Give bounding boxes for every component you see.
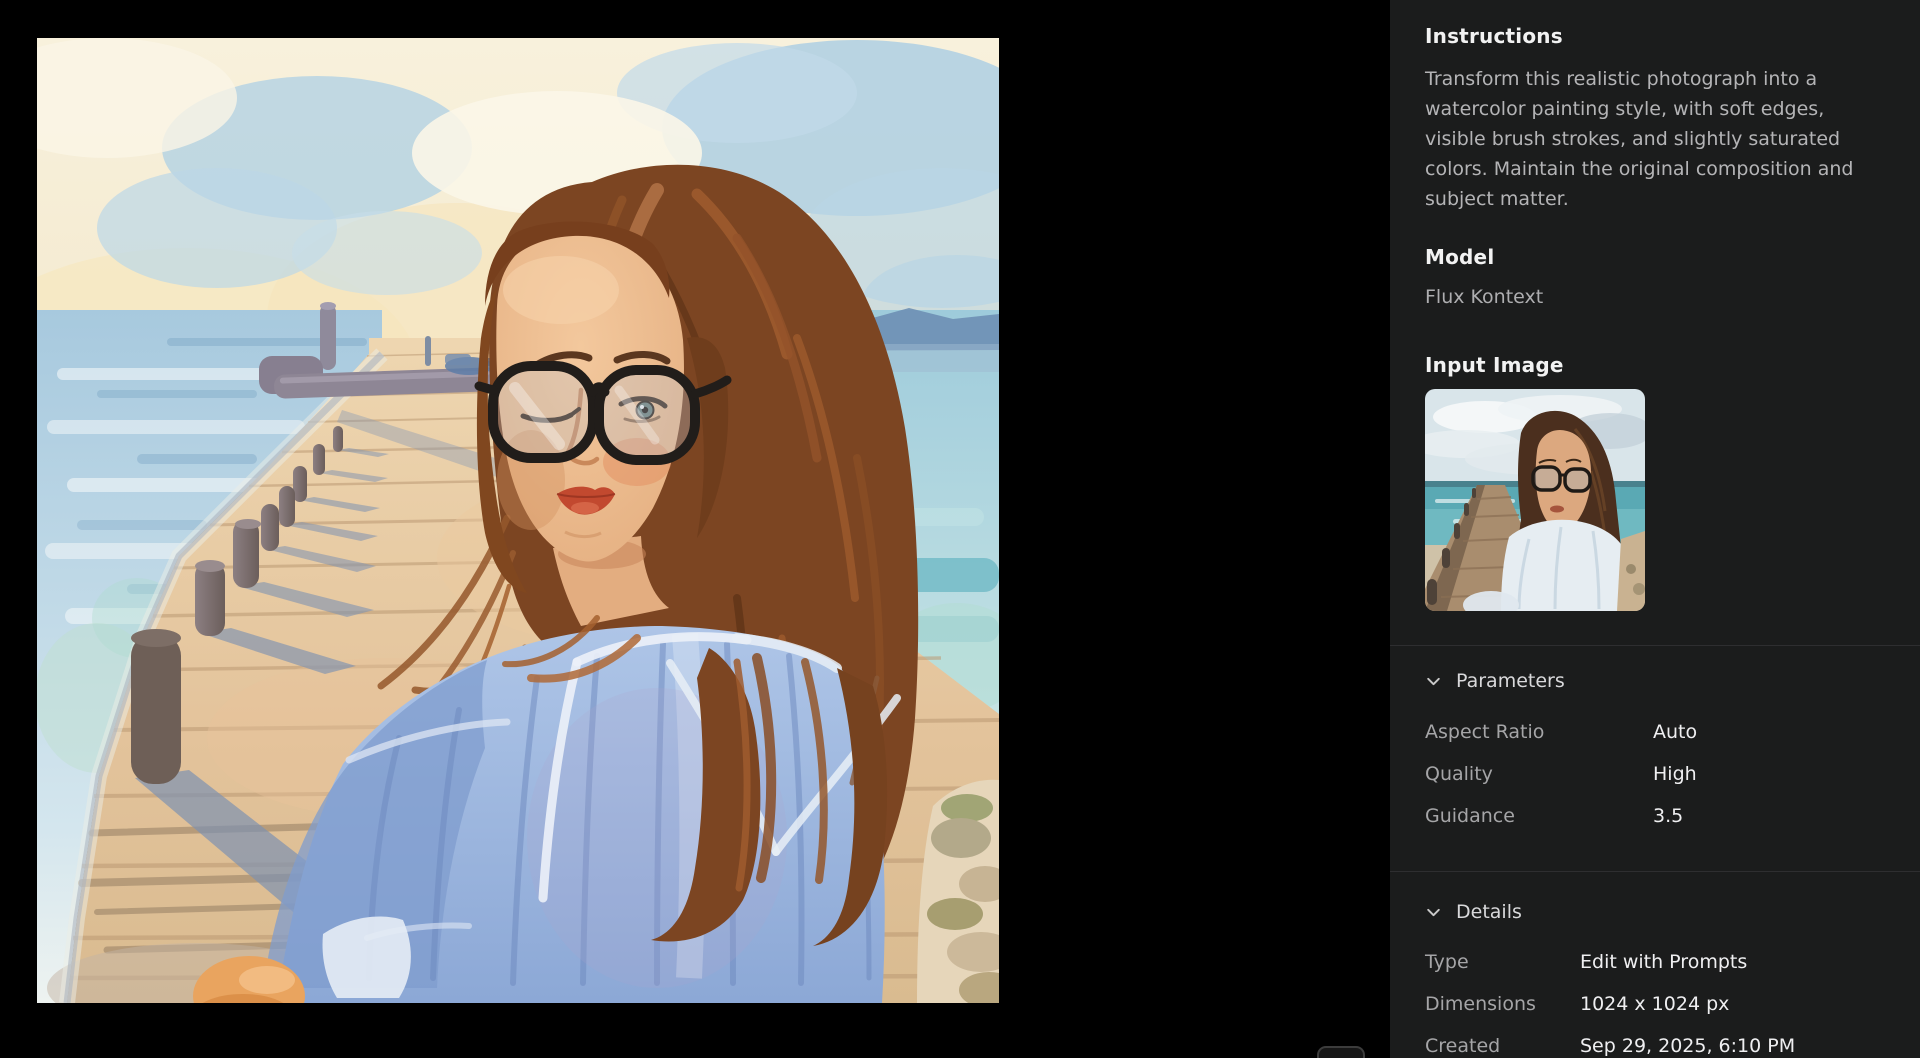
toolbar-peek-button[interactable] — [1317, 1046, 1365, 1058]
parameter-row: Quality High — [1425, 759, 1878, 789]
parameters-section-toggle[interactable]: Parameters — [1425, 667, 1565, 695]
chevron-down-icon — [1425, 904, 1442, 921]
generated-image — [37, 38, 999, 1003]
detail-value: Edit with Prompts — [1580, 947, 1878, 977]
detail-value: 1024 x 1024 px — [1580, 989, 1878, 1019]
details-rows: Type Edit with Prompts Dimensions 1024 x… — [1425, 947, 1878, 1058]
details-section-title: Details — [1456, 898, 1522, 926]
model-value: Flux Kontext — [1425, 282, 1878, 312]
details-section-toggle[interactable]: Details — [1425, 898, 1522, 926]
parameter-value: High — [1653, 759, 1878, 789]
parameter-label: Aspect Ratio — [1425, 717, 1653, 747]
parameter-value: Auto — [1653, 717, 1878, 747]
image-viewer-canvas — [0, 0, 1390, 1058]
instructions-heading: Instructions — [1425, 21, 1878, 51]
model-heading: Model — [1425, 242, 1878, 272]
app-window: Instructions Transform this realistic ph… — [0, 0, 1920, 1058]
details-panel: Instructions Transform this realistic ph… — [1390, 0, 1920, 1058]
chevron-down-icon — [1425, 673, 1442, 690]
parameter-row: Aspect Ratio Auto — [1425, 717, 1878, 747]
detail-row: Created Sep 29, 2025, 6:10 PM — [1425, 1031, 1878, 1058]
input-image-thumbnail[interactable] — [1425, 389, 1645, 611]
instructions-text: Transform this realistic photograph into… — [1425, 64, 1878, 214]
parameter-label: Quality — [1425, 759, 1653, 789]
parameter-row: Guidance 3.5 — [1425, 801, 1878, 831]
parameters-rows: Aspect Ratio Auto Quality High Guidance … — [1425, 717, 1878, 831]
parameters-section: Parameters Aspect Ratio Auto Quality Hig… — [1425, 646, 1878, 858]
parameter-label: Guidance — [1425, 801, 1653, 831]
input-image-photo — [1425, 389, 1645, 611]
input-image-heading: Input Image — [1425, 350, 1878, 380]
parameter-value: 3.5 — [1653, 801, 1878, 831]
parameters-section-title: Parameters — [1456, 667, 1565, 695]
details-section: Details Type Edit with Prompts Dimension… — [1425, 872, 1878, 1058]
detail-label: Dimensions — [1425, 989, 1580, 1019]
detail-label: Type — [1425, 947, 1580, 977]
detail-row: Dimensions 1024 x 1024 px — [1425, 989, 1878, 1019]
detail-label: Created — [1425, 1031, 1580, 1058]
detail-value: Sep 29, 2025, 6:10 PM — [1580, 1031, 1878, 1058]
detail-row: Type Edit with Prompts — [1425, 947, 1878, 977]
